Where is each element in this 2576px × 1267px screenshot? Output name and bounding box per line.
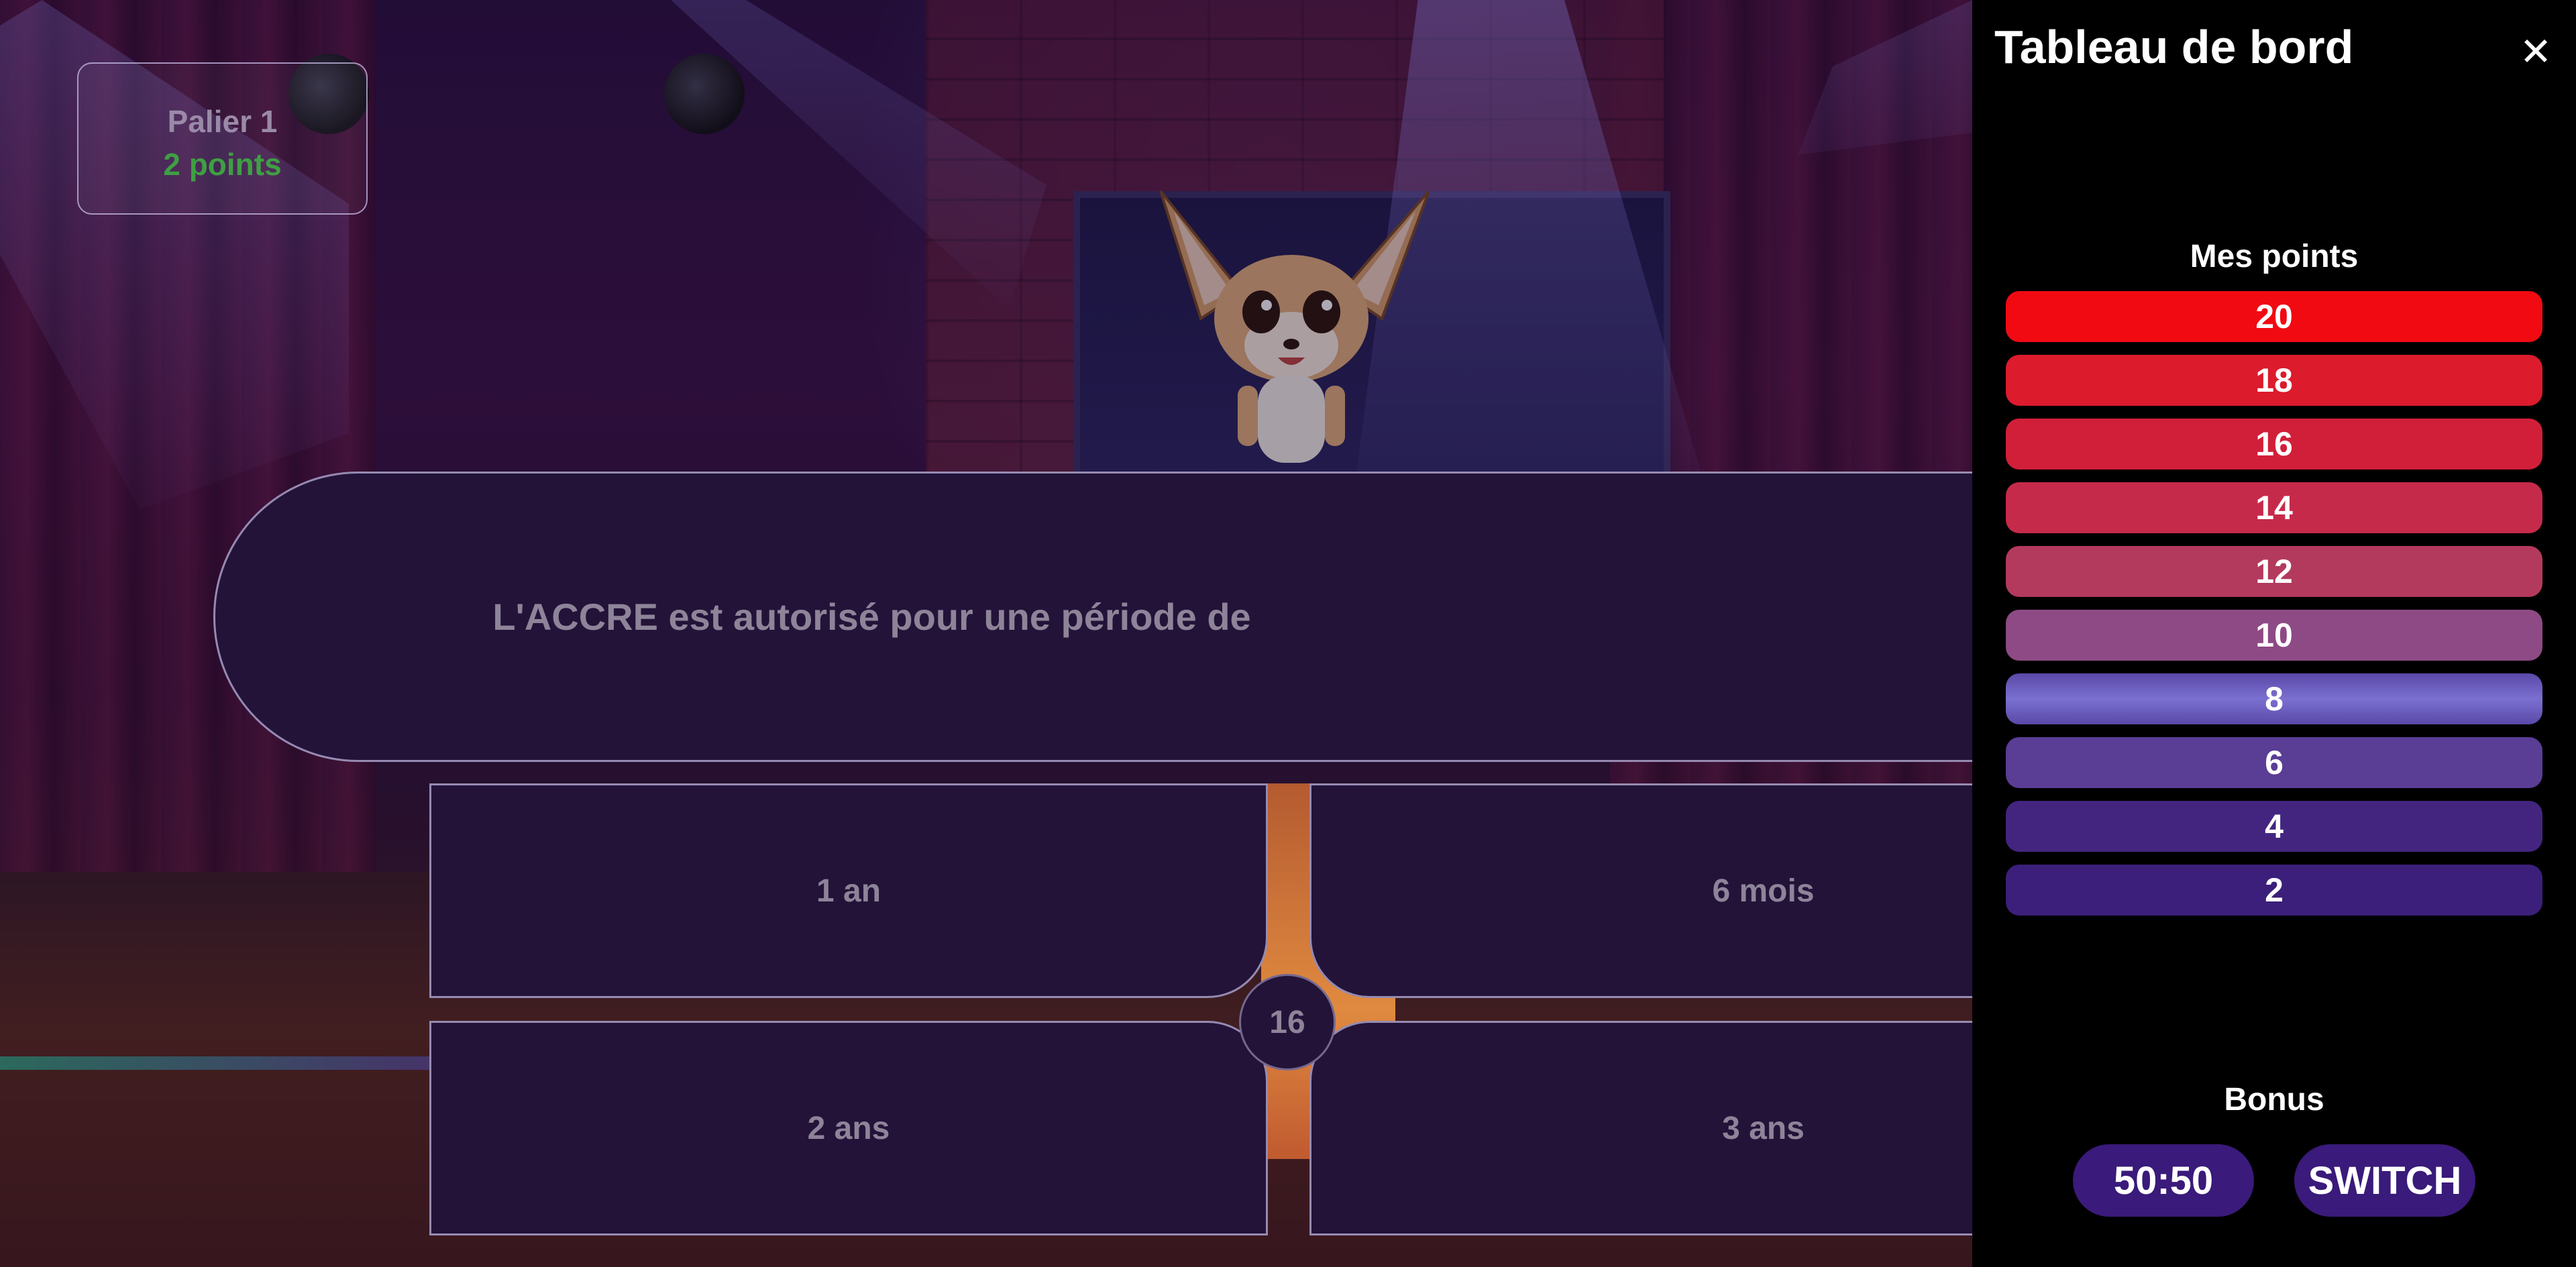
bonus-title: Bonus: [2224, 1082, 2324, 1117]
points-level-row: 6: [2006, 737, 2542, 788]
switch-button[interactable]: SWITCH: [2294, 1144, 2475, 1217]
points-level-row: 14: [2006, 482, 2542, 533]
points-level-row: 12: [2006, 546, 2542, 597]
points-title: Mes points: [2190, 239, 2359, 274]
points-level-row: 4: [2006, 801, 2542, 852]
answer-b-button[interactable]: 6 mois: [1309, 783, 1972, 998]
answer-c-button[interactable]: 2 ans: [429, 1021, 1268, 1235]
game-stage: Palier 1 2 points L'ACCRE est autorisé p…: [0, 0, 1972, 1267]
points-level-row: 8: [2006, 673, 2542, 724]
points-level-row: 16: [2006, 419, 2542, 470]
answer-label: 1 an: [816, 873, 881, 909]
points-level-row: 18: [2006, 355, 2542, 406]
panel-title: Tableau de bord: [1994, 21, 2354, 73]
answer-label: 6 mois: [1712, 873, 1815, 909]
answer-d-button[interactable]: 3 ans: [1309, 1021, 1972, 1235]
answer-a-button[interactable]: 1 an: [429, 783, 1268, 998]
fifty-fifty-button[interactable]: 50:50: [2073, 1144, 2254, 1217]
close-icon[interactable]: ✕: [2514, 30, 2557, 74]
question-text: L'ACCRE est autorisé pour une période de: [492, 596, 1251, 638]
dashboard-panel: Tableau de bord ✕ Mes points 20 18 16 14 12 1…: [1972, 0, 2576, 1267]
points-level-row: 2: [2006, 865, 2542, 916]
level-box: Palier 1 2 points: [77, 62, 368, 215]
level-label: Palier 1: [167, 104, 278, 139]
question-number: 16: [1239, 974, 1336, 1070]
points-level-row: 10: [2006, 610, 2542, 661]
answer-label: 3 ans: [1722, 1110, 1805, 1146]
level-points: 2 points: [163, 147, 282, 182]
question-box: L'ACCRE est autorisé pour une période de: [213, 472, 1972, 762]
points-level-row: 20: [2006, 291, 2542, 342]
answer-label: 2 ans: [807, 1110, 890, 1146]
